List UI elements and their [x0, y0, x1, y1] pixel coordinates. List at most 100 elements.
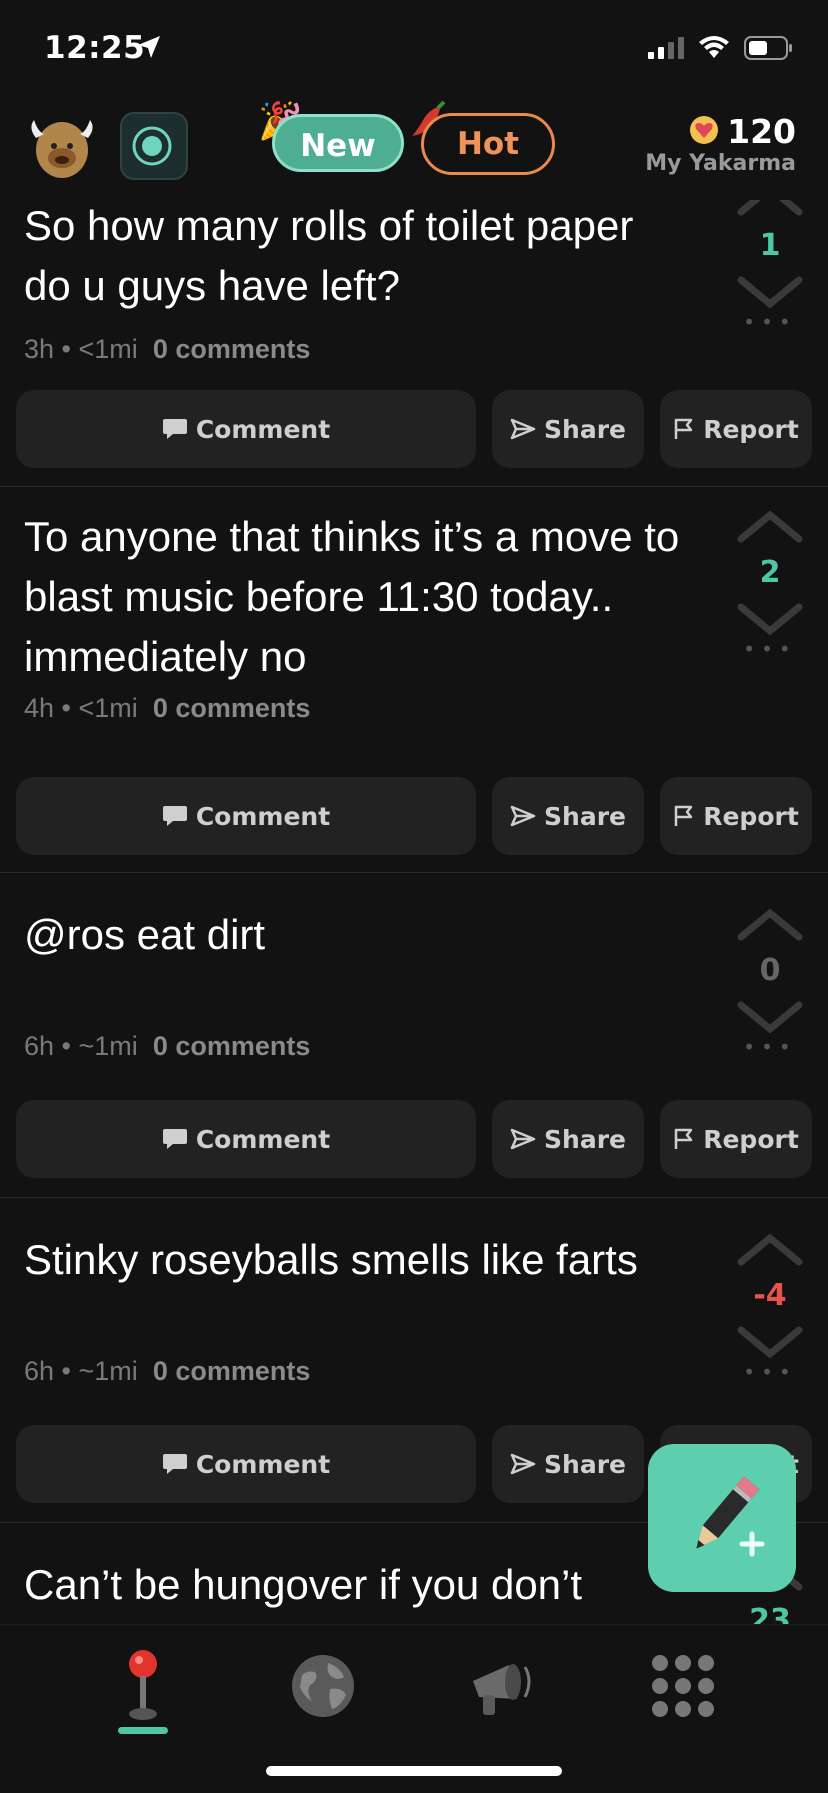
downvote-icon[interactable] [737, 603, 803, 637]
post-meta: 3h • <1mi 0 comments [24, 334, 311, 364]
yak-avatar-icon[interactable] [28, 110, 96, 182]
comment-label: Comment [195, 1449, 331, 1479]
post-comment-count[interactable]: 0 comments [153, 693, 311, 723]
tab-hot[interactable]: Hot [421, 113, 555, 175]
post-actions: Comment Share Report [16, 390, 812, 468]
vote-score: 2 [759, 555, 781, 590]
nav-grid-icon[interactable] [638, 1641, 728, 1731]
post-text[interactable]: @ros eat dirt [24, 905, 684, 965]
post-meta: 6h • ~1mi 0 comments [24, 1356, 311, 1386]
report-button[interactable]: Report [660, 1100, 812, 1178]
vote-score: -4 [753, 1278, 787, 1313]
send-icon [510, 1453, 536, 1475]
comment-label: Comment [195, 801, 331, 831]
wifi-icon [698, 36, 730, 64]
location-arrow-icon [136, 34, 162, 64]
post-distance: ~1mi [78, 1356, 138, 1386]
vote-score: 1 [759, 228, 781, 263]
post-distance: <1mi [78, 334, 138, 364]
post-text[interactable]: Can’t be hungover if you don’t [24, 1555, 684, 1615]
share-button[interactable]: Share [492, 1100, 644, 1178]
more-options-icon[interactable]: ••• [732, 310, 808, 334]
battery-icon [744, 36, 794, 64]
send-icon [510, 1128, 536, 1150]
post-actions: Comment Share Report [16, 1100, 812, 1178]
compose-post-button[interactable] [648, 1444, 796, 1592]
post-text[interactable]: Stinky roseyballs smells like farts [24, 1230, 684, 1290]
status-time: 12:25 [44, 30, 146, 66]
top-header: 🎉 New Hot 120 My Yakarma [0, 100, 828, 200]
comment-bubble-icon [162, 419, 187, 439]
more-options-icon[interactable]: ••• [732, 1035, 808, 1059]
report-label: Report [703, 801, 799, 831]
post-item[interactable]: @ros eat dirt 6h • ~1mi 0 comments 0 •••… [0, 873, 828, 1198]
comment-bubble-icon [162, 1129, 187, 1149]
post-comment-count[interactable]: 0 comments [153, 334, 311, 364]
post-meta: 4h • <1mi 0 comments [24, 693, 311, 723]
vote-control: 2 ••• [732, 509, 808, 661]
downvote-icon[interactable] [737, 1001, 803, 1035]
post-actions: Comment Share Report [16, 777, 812, 855]
share-label: Share [544, 1124, 626, 1154]
post-distance: ~1mi [78, 1031, 138, 1061]
more-options-icon[interactable]: ••• [732, 1360, 808, 1384]
comment-button[interactable]: Comment [16, 1425, 476, 1503]
karma-label: My Yakarma [645, 151, 796, 176]
post-comment-count[interactable]: 0 comments [153, 1356, 311, 1386]
share-button[interactable]: Share [492, 1425, 644, 1503]
post-comment-count[interactable]: 0 comments [153, 1031, 311, 1061]
flag-icon [674, 418, 693, 439]
nav-globe-icon[interactable] [278, 1641, 368, 1731]
report-button[interactable]: Report [660, 390, 812, 468]
post-text[interactable]: To anyone that thinks it’s a move to bla… [24, 507, 684, 687]
vote-score: 0 [759, 953, 781, 988]
upvote-icon[interactable] [737, 907, 803, 941]
share-button[interactable]: Share [492, 777, 644, 855]
nav-megaphone-icon[interactable] [458, 1641, 548, 1731]
nav-joystick-icon[interactable] [98, 1641, 188, 1731]
share-label: Share [544, 414, 626, 444]
comment-label: Comment [195, 414, 331, 444]
pencil-plus-icon [696, 1476, 765, 1557]
upvote-icon[interactable] [737, 1232, 803, 1266]
post-time: 3h [24, 334, 55, 364]
post-item[interactable]: So how many rolls of toilet paper do u g… [0, 188, 828, 487]
share-label: Share [544, 801, 626, 831]
report-label: Report [703, 1124, 799, 1154]
active-tab-indicator [118, 1727, 168, 1734]
status-bar: 12:25 [0, 0, 828, 100]
report-button[interactable]: Report [660, 777, 812, 855]
tab-new[interactable]: New [272, 114, 404, 172]
share-label: Share [544, 1449, 626, 1479]
send-icon [510, 418, 536, 440]
karma-value: 120 [727, 112, 796, 151]
post-feed[interactable]: So how many rolls of toilet paper do u g… [0, 188, 828, 1624]
flag-icon [674, 805, 693, 826]
post-distance: <1mi [78, 693, 138, 723]
vote-control: 1 ••• [732, 188, 808, 334]
comment-bubble-icon [162, 806, 187, 826]
more-options-icon[interactable]: ••• [732, 637, 808, 661]
post-text[interactable]: So how many rolls of toilet paper do u g… [24, 196, 684, 316]
vote-control: 0 ••• [732, 907, 808, 1059]
post-time: 6h [24, 1356, 55, 1386]
cell-signal-icon [648, 37, 684, 63]
downvote-icon[interactable] [737, 276, 803, 310]
post-time: 6h [24, 1031, 55, 1061]
community-logo-icon[interactable] [120, 112, 188, 180]
comment-button[interactable]: Comment [16, 390, 476, 468]
comment-button[interactable]: Comment [16, 777, 476, 855]
vote-score: 23 [749, 1603, 791, 1624]
home-indicator[interactable] [266, 1766, 562, 1776]
share-button[interactable]: Share [492, 390, 644, 468]
karma-display[interactable]: 120 My Yakarma [645, 112, 796, 176]
heart-badge-icon [689, 115, 719, 149]
upvote-icon[interactable] [737, 509, 803, 543]
send-icon [510, 805, 536, 827]
report-label: Report [703, 414, 799, 444]
downvote-icon[interactable] [737, 1326, 803, 1360]
comment-button[interactable]: Comment [16, 1100, 476, 1178]
post-meta: 6h • ~1mi 0 comments [24, 1031, 311, 1061]
comment-label: Comment [195, 1124, 331, 1154]
post-item[interactable]: To anyone that thinks it’s a move to bla… [0, 487, 828, 873]
